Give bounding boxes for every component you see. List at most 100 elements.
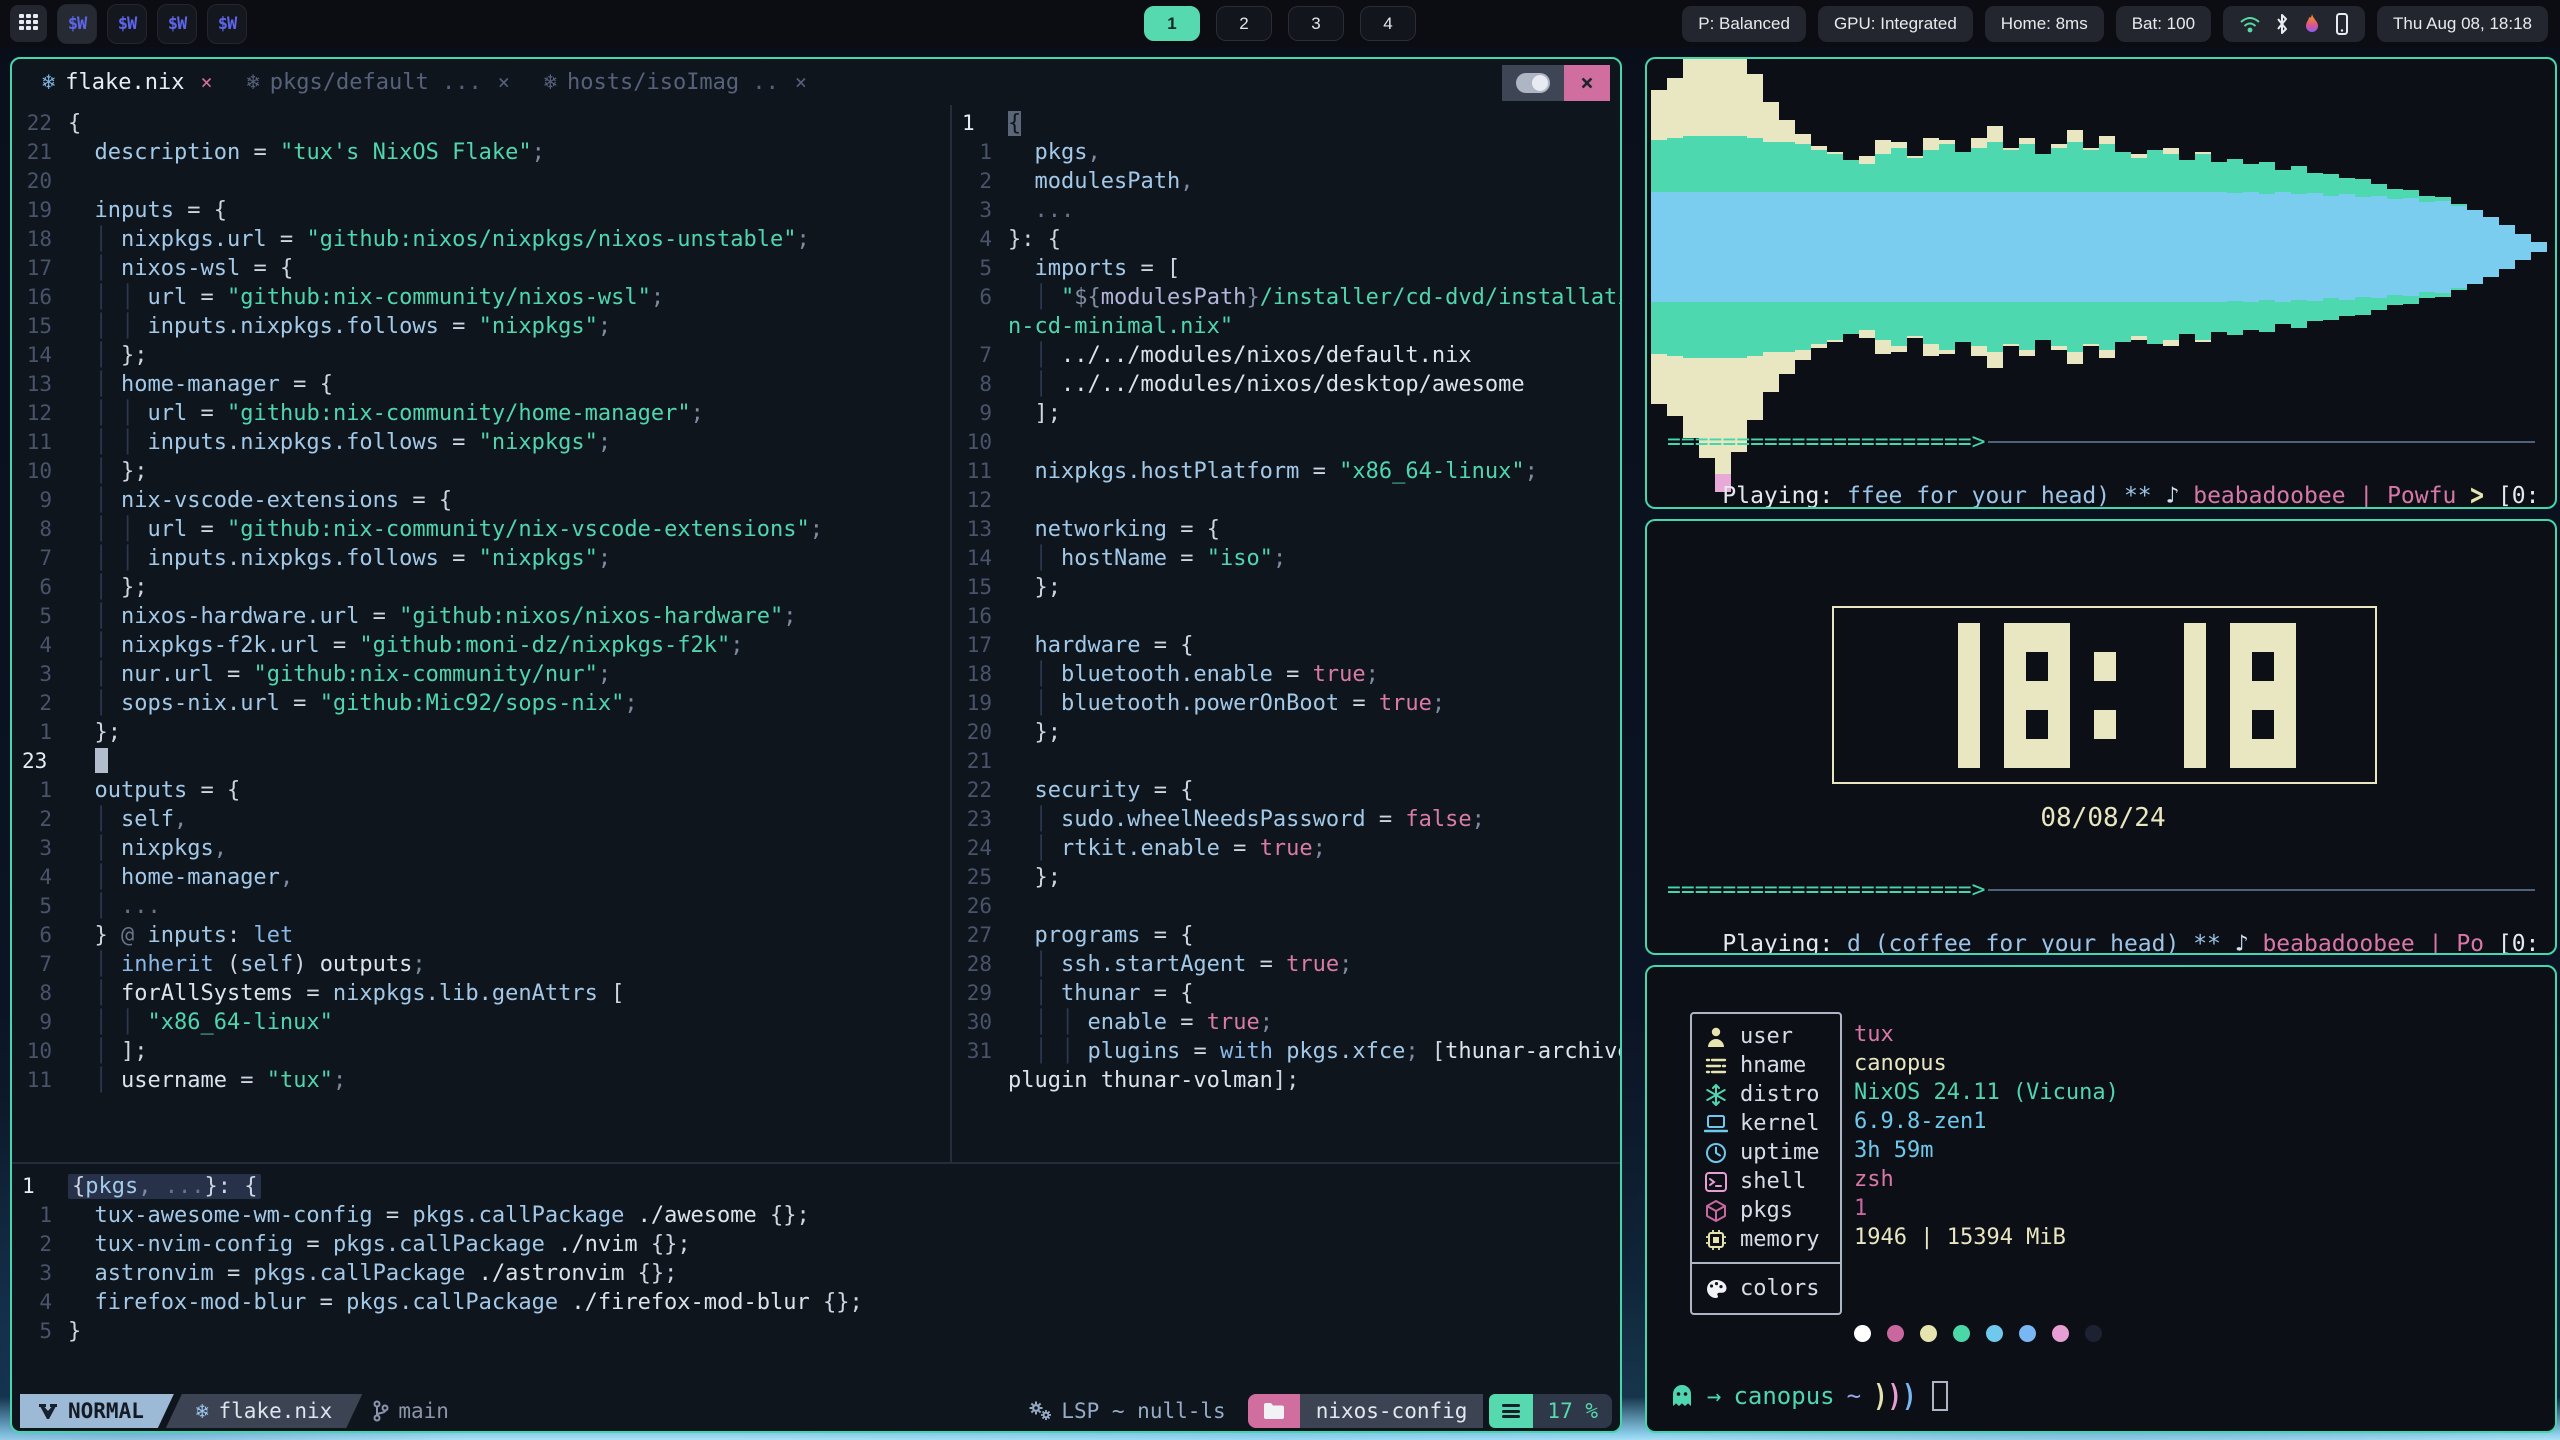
line-number: 15: [952, 573, 1008, 602]
workspace-buttons: $W$W$W$W: [57, 4, 247, 44]
line-number: 12: [12, 399, 68, 428]
file-segment: ❄ flake.nix: [166, 1394, 362, 1428]
line-number: 22: [12, 109, 68, 138]
close-window-button[interactable]: ×: [1564, 65, 1610, 101]
tab-label: flake.nix: [65, 70, 184, 95]
line-number: 12: [952, 486, 1008, 515]
spectrum-column: [1827, 152, 1843, 342]
lsp-status: LSP ~ null-ls: [1027, 1399, 1225, 1423]
spectrum-column: [2131, 154, 2147, 340]
spectrum-column: [2259, 162, 2275, 332]
tag-button-4[interactable]: 4: [1360, 6, 1416, 41]
spectrum-column: [1907, 156, 1923, 338]
bluetooth-icon[interactable]: [2275, 13, 2289, 35]
project-name: nixos-config: [1300, 1394, 1484, 1428]
code-line: 8 │ ../../modules/nixos/desktop/awesome: [952, 370, 1620, 399]
clock-digit: [2140, 623, 2206, 768]
code-line: 3 ...: [952, 196, 1620, 225]
spectrum-column: [1763, 102, 1779, 392]
line-number: 5: [12, 892, 68, 921]
line-number: 20: [952, 718, 1008, 747]
line-number: 10: [952, 428, 1008, 457]
line-number: 6: [952, 283, 1008, 312]
phone-icon[interactable]: [2335, 13, 2349, 35]
spectrum-column: [2355, 179, 2371, 315]
distro-icon: [1704, 1084, 1728, 1106]
code-pane-flake[interactable]: 22{21 description = "tux's NixOS Flake";…: [12, 105, 950, 1162]
spectrum-column: [2323, 174, 2339, 320]
line-number: 8: [12, 979, 68, 1008]
spectrum-column: [1699, 57, 1715, 458]
fetch-terminal-window: userhnamedistrokerneluptimeshellpkgsmemo…: [1645, 965, 2557, 1433]
terminal-color-dots: [1854, 1325, 2102, 1342]
code-line: 9 │ nix-vscode-extensions = {: [12, 486, 950, 515]
datetime-text: Thu Aug 08, 18:18: [2393, 14, 2532, 34]
tab-hosts-isoImag-[interactable]: ❄hosts/isoImag ..×: [544, 70, 807, 95]
line-number: 13: [12, 370, 68, 399]
shell-prompt[interactable]: → canopus ~ ))): [1669, 1381, 1948, 1411]
code-line: 27 programs = {: [952, 921, 1620, 950]
code-line: 11 nixpkgs.hostPlatform = "x86_64-linux"…: [952, 457, 1620, 486]
spectrum-column: [1651, 90, 1667, 404]
progress-rest: [1988, 441, 2536, 443]
workspace-button-1[interactable]: $W: [57, 4, 97, 44]
tab-pkgs-default-[interactable]: ❄pkgs/default ...×: [247, 70, 510, 95]
line-number: 16: [12, 283, 68, 312]
color-dot-2: [1887, 1325, 1904, 1342]
progress-bar-2: ======================>: [1667, 877, 1986, 903]
tab-close-icon[interactable]: ×: [795, 70, 807, 94]
line-number: 15: [12, 312, 68, 341]
workspace-button-3[interactable]: $W: [157, 4, 197, 44]
filename-label: flake.nix: [219, 1399, 333, 1423]
line-number: 16: [952, 602, 1008, 631]
color-dot-8: [2085, 1325, 2102, 1342]
workspace-button-4[interactable]: $W: [207, 4, 247, 44]
tab-close-icon[interactable]: ×: [200, 70, 212, 94]
line-number: 7: [12, 544, 68, 573]
spectrum-column: [2163, 148, 2179, 346]
statusline: NORMAL ❄ flake.nix main L: [12, 1391, 1620, 1431]
playing-label-2: Playing:: [1722, 931, 1847, 955]
toggle-button[interactable]: [1502, 65, 1564, 101]
line-number: 14: [12, 341, 68, 370]
spectrum-column: [2035, 154, 2051, 340]
line-number: 4: [12, 863, 68, 892]
nix-snowflake-icon: ❄: [42, 70, 55, 95]
line-number: 17: [952, 631, 1008, 660]
tag-button-3[interactable]: 3: [1288, 6, 1344, 41]
code-line: 11 │ username = "tux";: [12, 1066, 950, 1095]
split-separator[interactable]: [12, 1162, 1620, 1164]
code-pane-pkgs[interactable]: 1{pkgs, ...}: {1 tux-awesome-wm-config =…: [12, 1168, 1620, 1346]
tag-button-2[interactable]: 2: [1216, 6, 1272, 41]
line-number: 1: [12, 776, 68, 805]
spectrum-column: [1811, 146, 1827, 348]
code-pane-iso[interactable]: 1{1 pkgs,2 modulesPath,3 ...4}: {5 impor…: [950, 105, 1620, 1162]
wifi-icon[interactable]: [2239, 14, 2261, 34]
code-line: 21: [952, 747, 1620, 776]
tab-flake-nix[interactable]: ❄ flake.nix ×: [42, 70, 213, 95]
line-number: 2: [12, 689, 68, 718]
clock-date: 08/08/24: [1647, 803, 2557, 833]
tab-close-icon[interactable]: ×: [498, 70, 510, 94]
flame-icon[interactable]: [2303, 13, 2321, 35]
line-number: 18: [952, 660, 1008, 689]
code-line: 5 │ ...: [12, 892, 950, 921]
spectrum-column: [2083, 148, 2099, 346]
music-note-icon: ♪: [2166, 483, 2194, 509]
code-line: 2 │ sops-nix.url = "github:Mic92/sops-ni…: [12, 689, 950, 718]
clock-digit: [2230, 623, 2296, 768]
code-line: 3 astronvim = pkgs.callPackage ./astronv…: [12, 1259, 1620, 1288]
fetch-row-uptime: uptime: [1692, 1138, 1840, 1167]
workspace-button-2[interactable]: $W: [107, 4, 147, 44]
fetch-value-distro: NixOS 24.11 (Vicuna): [1854, 1078, 2119, 1107]
tag-button-1[interactable]: 1: [1144, 6, 1200, 41]
status-pills: P: BalancedGPU: IntegratedHome: 8msBat: …: [1682, 6, 2211, 42]
uptime-icon: [1704, 1142, 1728, 1164]
code-line: 16: [952, 602, 1620, 631]
workspace-switcher: $W$W$W$W: [0, 4, 247, 44]
window-actions: ×: [1502, 65, 1610, 101]
app-launcher-icon[interactable]: [10, 5, 47, 42]
code-line: 4}: {: [952, 225, 1620, 254]
line-number: 10: [12, 1037, 68, 1066]
code-line: 1 pkgs,: [952, 138, 1620, 167]
